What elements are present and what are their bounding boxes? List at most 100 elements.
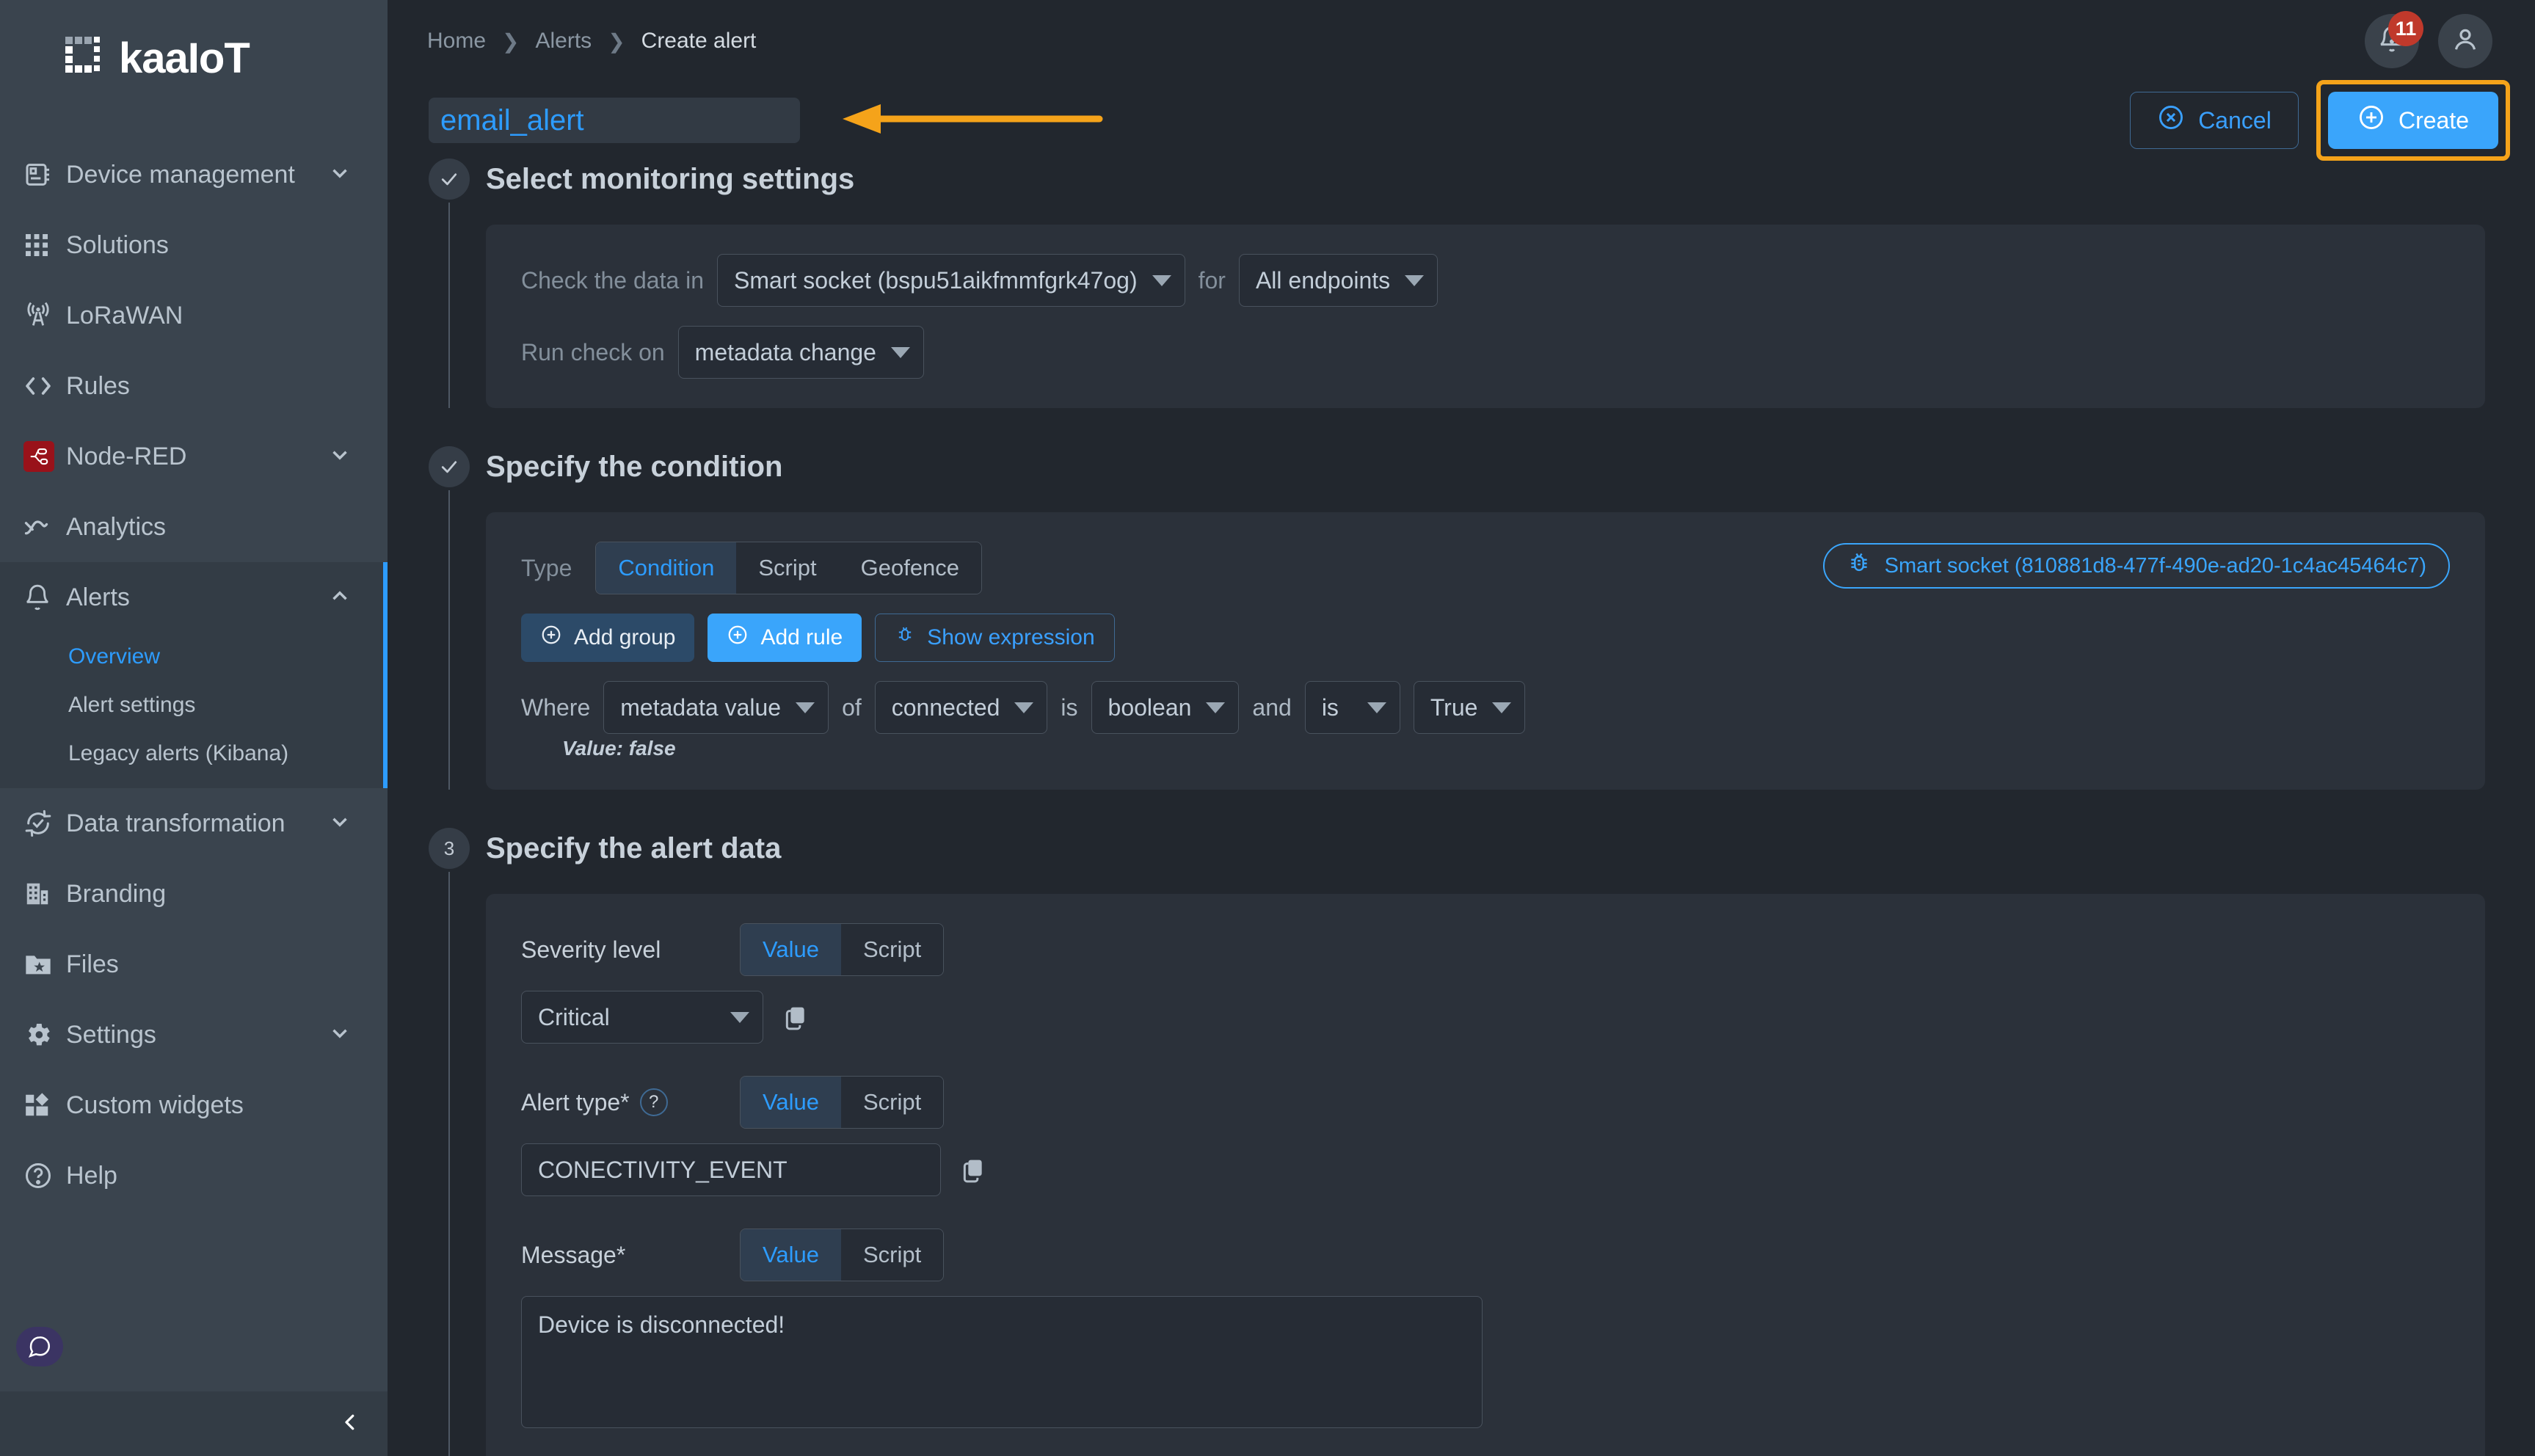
device-management-icon <box>23 160 66 189</box>
user-avatar-icon <box>2451 25 2480 58</box>
sidebar-item-label: Rules <box>66 371 130 400</box>
endpoints-select[interactable]: All endpoints <box>1238 254 1439 307</box>
chat-bubble-icon[interactable] <box>16 1327 63 1366</box>
step-connector-line <box>448 490 450 790</box>
rule-field-value: connected <box>891 694 1000 721</box>
add-group-button[interactable]: Add group <box>521 614 695 662</box>
tab-severity-value[interactable]: Value <box>741 924 841 975</box>
device-context-badge[interactable]: Smart socket (810881d8-477f-490e-ad20-1c… <box>1822 543 2450 589</box>
and-label: and <box>1252 694 1292 721</box>
sidebar-item-device-management[interactable]: Device management <box>0 139 388 210</box>
alert-name-input[interactable] <box>429 98 800 143</box>
monitoring-settings-panel: Check the data in Smart socket (bspu51ai… <box>486 225 2485 408</box>
bell-icon <box>23 583 66 611</box>
sidebar-item-label: Settings <box>66 1020 156 1049</box>
device-context-label: Smart socket (810881d8-477f-490e-ad20-1c… <box>1884 553 2426 578</box>
chevron-down-icon <box>1492 702 1512 713</box>
run-check-row: Run check on metadata change <box>521 326 2450 379</box>
rule-datatype-select[interactable]: boolean <box>1091 681 1240 734</box>
chevron-up-icon <box>327 583 352 612</box>
tab-script[interactable]: Script <box>736 542 839 594</box>
tab-alert-type-script[interactable]: Script <box>841 1077 944 1128</box>
plus-circle-icon <box>540 624 562 652</box>
tab-severity-script[interactable]: Script <box>841 924 944 975</box>
show-expression-button[interactable]: Show expression <box>875 614 1115 662</box>
sidebar-item-rules[interactable]: Rules <box>0 351 388 421</box>
sidebar-item-overview[interactable]: Overview <box>0 633 388 681</box>
user-menu-button[interactable] <box>2438 14 2492 68</box>
rule-value-select[interactable]: True <box>1413 681 1526 734</box>
sidebar-item-legacy-alerts[interactable]: Legacy alerts (Kibana) <box>0 729 388 778</box>
message-value-row <box>521 1296 2450 1428</box>
severity-value: Critical <box>538 1003 610 1030</box>
where-label: Where <box>521 694 591 721</box>
chevron-down-icon <box>796 702 815 713</box>
breadcrumb-separator-icon: ❯ <box>608 29 625 53</box>
run-check-select[interactable]: metadata change <box>677 326 924 379</box>
bug-chip-icon <box>1847 550 1872 581</box>
alert-type-input[interactable] <box>521 1143 941 1196</box>
chevron-down-icon <box>327 161 352 189</box>
of-label: of <box>842 694 862 721</box>
cancel-button[interactable]: Cancel <box>2130 92 2299 149</box>
tab-geofence[interactable]: Geofence <box>838 542 982 594</box>
severity-select[interactable]: Critical <box>521 991 763 1044</box>
sidebar-item-node-red[interactable]: Node-RED <box>0 421 388 492</box>
severity-value-row: Critical <box>521 991 2450 1044</box>
help-question-icon[interactable]: ? <box>639 1088 668 1116</box>
sidebar-item-help[interactable]: Help <box>0 1140 388 1211</box>
rule-subject-select[interactable]: metadata value <box>603 681 829 734</box>
sidebar-collapse-button[interactable] <box>0 1391 388 1456</box>
tab-alert-type-value[interactable]: Value <box>741 1077 841 1128</box>
step-connector-line <box>448 872 450 1456</box>
rule-operator-select[interactable]: is <box>1304 681 1400 734</box>
run-check-label: Run check on <box>521 338 665 365</box>
copy-icon[interactable] <box>776 998 815 1036</box>
sidebar-item-data-transformation[interactable]: Data transformation <box>0 788 388 859</box>
rule-field-select[interactable]: connected <box>874 681 1048 734</box>
breadcrumb-alerts[interactable]: Alerts <box>536 29 592 54</box>
sidebar-item-lorawan[interactable]: LoRaWAN <box>0 280 388 351</box>
chevron-down-icon <box>327 443 352 471</box>
sidebar-item-label: Device management <box>66 160 295 189</box>
breadcrumb-home[interactable]: Home <box>427 29 486 54</box>
add-group-label: Add group <box>574 625 676 649</box>
rule-operator-value: is <box>1321 694 1339 721</box>
sidebar-item-alerts[interactable]: Alerts <box>0 562 388 633</box>
add-rule-button[interactable]: Add rule <box>708 614 862 662</box>
sidebar-subitem-label: Alert settings <box>68 693 196 717</box>
brand-logo[interactable]: kaaIoT <box>0 0 388 117</box>
condition-panel: Smart socket (810881d8-477f-490e-ad20-1c… <box>486 512 2485 790</box>
endpoint-source-select[interactable]: Smart socket (bspu51aikfmmfgrk47og) <box>717 254 1185 307</box>
files-folder-icon <box>23 950 66 979</box>
sidebar-item-branding[interactable]: Branding <box>0 859 388 929</box>
tab-condition[interactable]: Condition <box>596 542 737 594</box>
sidebar-item-settings[interactable]: Settings <box>0 1000 388 1070</box>
message-textarea[interactable] <box>521 1296 1483 1428</box>
sidebar-item-label: Analytics <box>66 512 167 541</box>
sidebar-item-custom-widgets[interactable]: Custom widgets <box>0 1070 388 1140</box>
sidebar-item-analytics[interactable]: Analytics <box>0 492 388 562</box>
sidebar-item-solutions[interactable]: Solutions <box>0 210 388 280</box>
tab-message-script[interactable]: Script <box>841 1229 944 1281</box>
gear-icon <box>23 1020 66 1049</box>
chevron-down-icon <box>327 1021 352 1049</box>
step-title: Specify the alert data <box>486 832 782 864</box>
sidebar: kaaIoT Device management Solutions LoRaW… <box>0 0 388 1456</box>
topbar: Home ❯ Alerts ❯ Create alert 11 <box>388 0 2535 82</box>
sidebar-item-label: Custom widgets <box>66 1091 244 1119</box>
copy-icon[interactable] <box>954 1151 992 1189</box>
is-label: is <box>1061 694 1078 721</box>
sidebar-item-alert-settings[interactable]: Alert settings <box>0 681 388 729</box>
step-check-icon <box>429 159 470 200</box>
sidebar-item-files[interactable]: Files <box>0 929 388 1000</box>
alert-form-steps: Select monitoring settings Check the dat… <box>388 159 2535 1456</box>
create-button[interactable]: Create <box>2328 92 2498 149</box>
rule-subject-value: metadata value <box>620 694 782 721</box>
branding-building-icon <box>23 880 66 908</box>
chevron-down-icon <box>1367 702 1386 713</box>
notifications-button[interactable]: 11 <box>2365 11 2423 68</box>
step-title: Specify the condition <box>486 451 783 483</box>
header-actions: Cancel Create <box>2130 80 2535 161</box>
tab-message-value[interactable]: Value <box>741 1229 841 1281</box>
